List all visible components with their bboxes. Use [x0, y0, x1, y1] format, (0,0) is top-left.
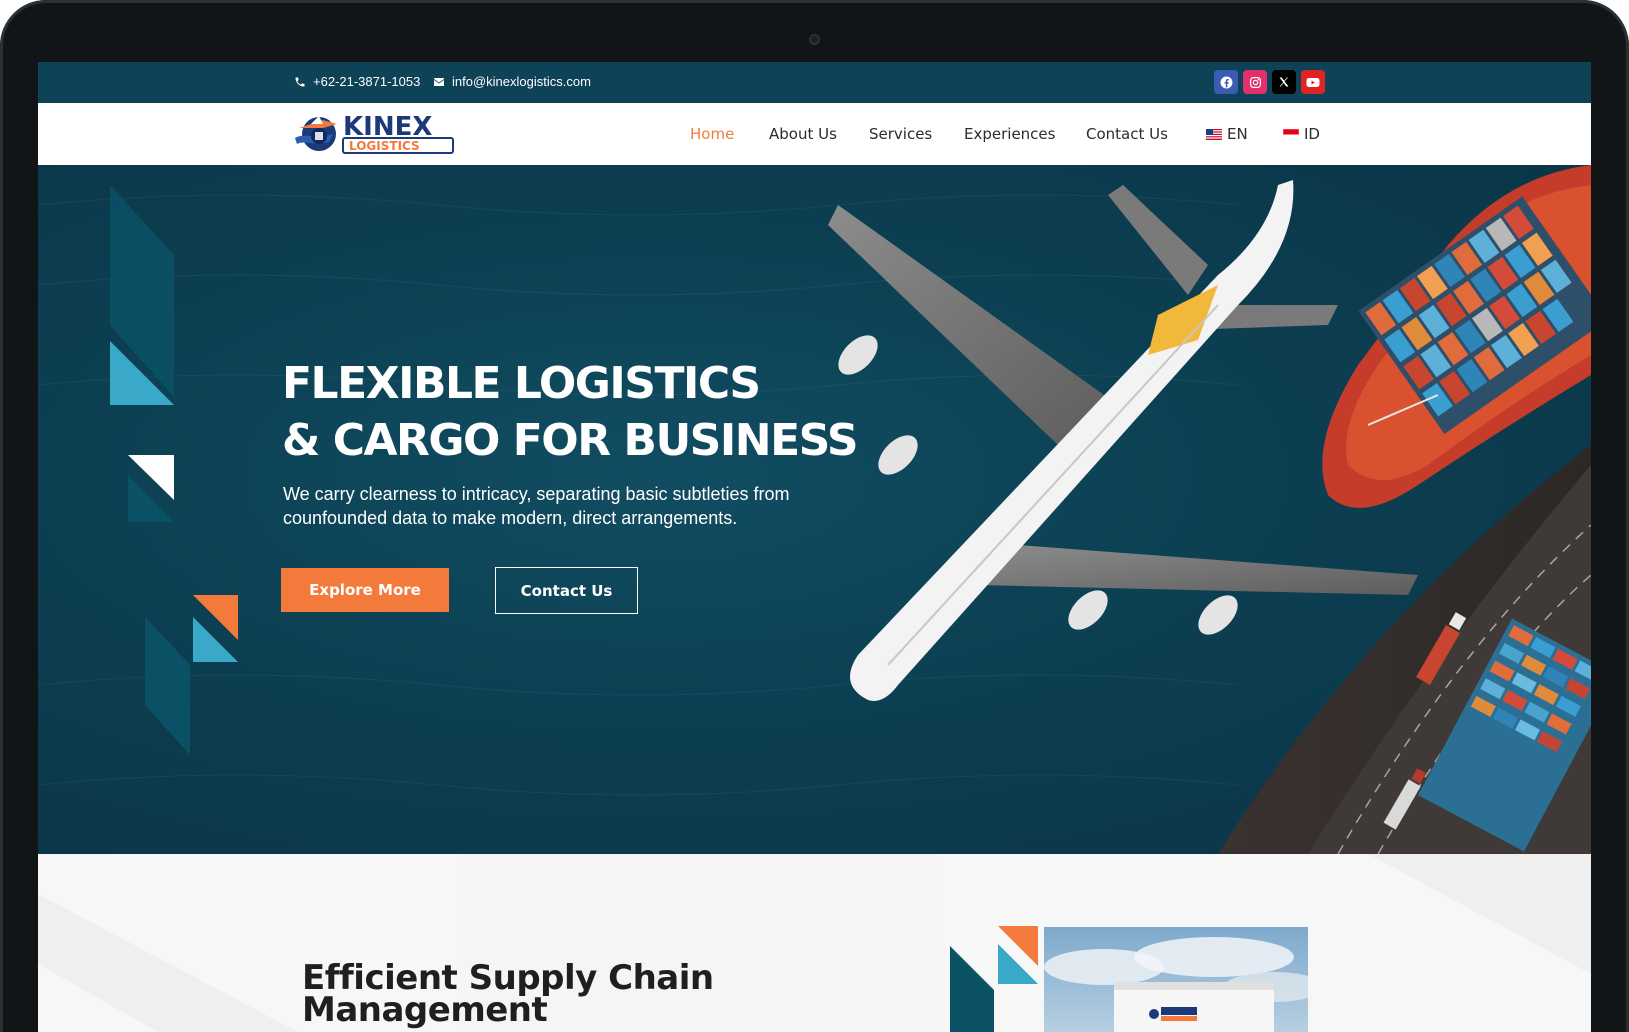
top-contact-bar: +62-21-3871-1053 info@kinexlogistics.com — [38, 62, 1591, 103]
id-flag-icon — [1283, 128, 1299, 140]
social-links — [1214, 70, 1325, 94]
nav-services[interactable]: Services — [869, 125, 932, 143]
hero-title-line2: & CARGO FOR BUSINESS — [282, 415, 859, 466]
facebook-icon[interactable] — [1214, 70, 1238, 94]
section-title: Efficient Supply Chain Management — [302, 958, 714, 1030]
kinex-logo[interactable]: KINEX LOGISTICS — [293, 110, 463, 158]
language-id-label: ID — [1304, 125, 1320, 143]
email-contact[interactable]: info@kinexlogistics.com — [433, 74, 591, 89]
hero-title: FLEXIBLE LOGISTICS & CARGO FOR BUSINESS — [282, 355, 859, 469]
nav-about-us[interactable]: About Us — [769, 125, 837, 143]
email-address: info@kinexlogistics.com — [452, 74, 591, 89]
contact-us-button[interactable]: Contact Us — [495, 567, 638, 614]
explore-more-button[interactable]: Explore More — [281, 568, 449, 612]
nav-home[interactable]: Home — [690, 125, 734, 143]
truck-photo — [1044, 927, 1308, 1032]
nav-experiences[interactable]: Experiences — [964, 125, 1055, 143]
webcam-icon — [809, 34, 820, 45]
laptop-frame: +62-21-3871-1053 info@kinexlogistics.com — [0, 0, 1629, 1032]
phone-number: +62-21-3871-1053 — [313, 74, 421, 89]
hero-title-line1: FLEXIBLE LOGISTICS — [282, 358, 761, 409]
phone-icon — [295, 77, 305, 86]
instagram-icon[interactable] — [1243, 70, 1267, 94]
main-navigation: KINEX LOGISTICS Home About Us Services E… — [38, 103, 1591, 165]
supply-chain-section: Efficient Supply Chain Management — [38, 854, 1591, 1032]
section-background-shapes — [38, 854, 1591, 1032]
phone-contact[interactable]: +62-21-3871-1053 — [294, 74, 420, 89]
browser-viewport: +62-21-3871-1053 info@kinexlogistics.com — [38, 62, 1591, 1032]
us-flag-icon — [1206, 128, 1222, 140]
decorative-shapes — [110, 185, 238, 755]
mail-icon — [434, 77, 444, 86]
cargo-ship-image — [1322, 165, 1591, 508]
youtube-icon[interactable] — [1301, 70, 1325, 94]
language-id[interactable]: ID — [1283, 125, 1320, 143]
nav-contact-us[interactable]: Contact Us — [1086, 125, 1168, 143]
language-en-label: EN — [1227, 125, 1248, 143]
logo-subtext: LOGISTICS — [349, 139, 420, 153]
language-en[interactable]: EN — [1206, 125, 1248, 143]
hero-subtitle: We carry clearness to intricacy, separat… — [283, 484, 790, 528]
hero-section: FLEXIBLE LOGISTICS & CARGO FOR BUSINESS … — [38, 165, 1591, 854]
x-icon[interactable] — [1272, 70, 1296, 94]
